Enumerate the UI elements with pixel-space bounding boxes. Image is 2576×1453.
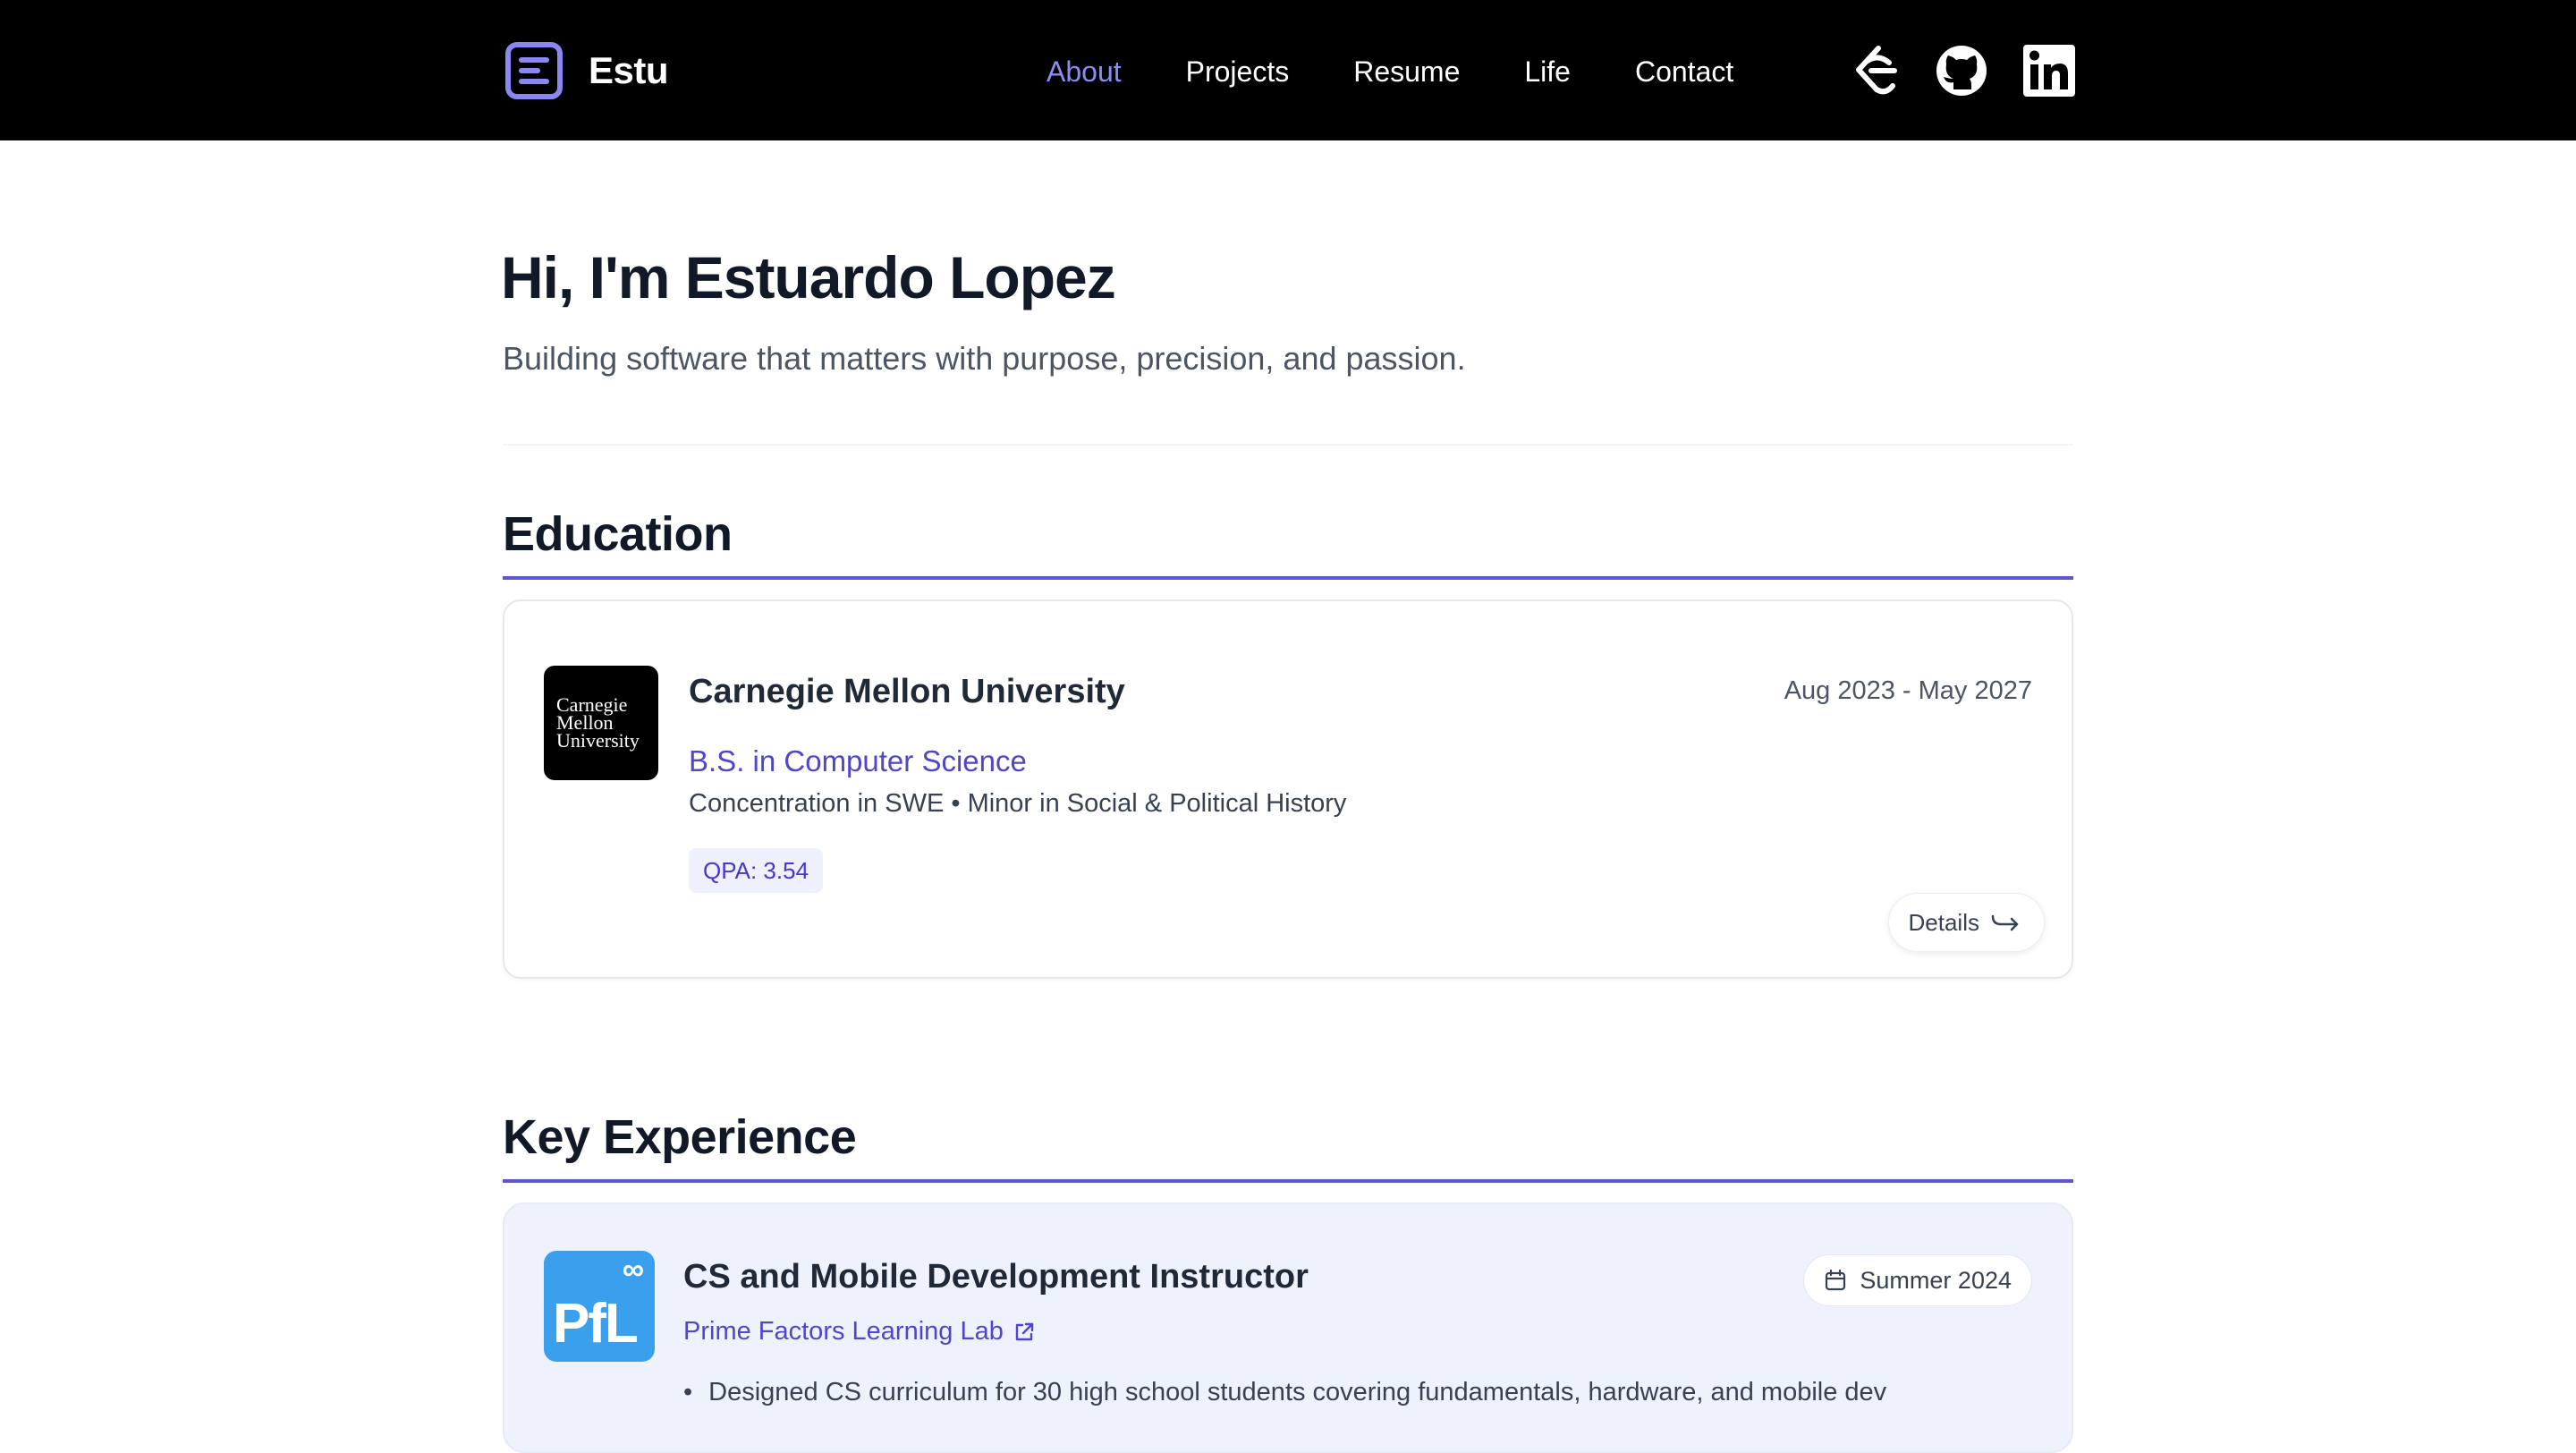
nav-link-projects[interactable]: Projects [1186,47,1290,97]
experience-bullet: • Designed CS curriculum for 30 high scho… [683,1378,1887,1406]
hero-divider [503,444,2073,446]
hero-title: Hi, I'm Estuardo Lopez [501,244,1116,310]
education-dates: Aug 2023 - May 2027 [1784,676,2032,705]
cmu-logo: Carnegie Mellon University [544,666,658,780]
education-details-button[interactable]: Details [1887,893,2045,952]
experience-company-name: Prime Factors Learning Lab [683,1317,1004,1346]
pfl-logo: ∞ PfL [544,1251,655,1362]
experience-period-badge: Summer 2024 [1803,1254,2032,1306]
education-school: Carnegie Mellon University [689,673,1125,710]
experience-bullet-text: Designed CS curriculum for 30 high schoo… [708,1378,1887,1406]
experience-heading-rule [503,1179,2073,1183]
linkedin-icon [2023,45,2075,97]
brand-name: Estu [589,49,669,91]
nav-link-life[interactable]: Life [1524,47,1571,97]
experience-period: Summer 2024 [1860,1266,2012,1294]
pfl-logo-infinity: ∞ [622,1253,644,1287]
education-heading: Education [503,507,733,561]
hero-subtitle: Building software that matters with purp… [503,340,1466,377]
calendar-icon [1826,1269,1846,1291]
experience-card: ∞ PfL CS and Mobile Development Instruct… [503,1202,2073,1453]
education-degree: B.S. in Computer Science [689,744,1027,777]
education-concentration: Concentration in SWE • Minor in Social &… [689,789,1347,818]
external-link-icon [1015,1322,1034,1340]
experience-title: CS and Mobile Development Instructor [683,1258,1309,1296]
arrow-right-icon [1991,914,2019,931]
leetcode-link[interactable] [1846,43,1902,98]
brand-home-link[interactable]: Estu [504,39,669,102]
experience-company-link[interactable]: Prime Factors Learning Lab [683,1317,1036,1347]
details-button-label: Details [1908,908,1979,936]
brand-logo-icon [505,42,563,99]
cmu-logo-line-3: University [556,729,640,752]
experience-heading: Key Experience [503,1110,857,1164]
main-nav: About Projects Resume Life Contact [1046,47,1733,97]
education-card: Carnegie Mellon University Carnegie Mell… [503,599,2073,979]
nav-link-about[interactable]: About [1046,47,1122,97]
qpa-badge: QPA: 3.54 [689,848,824,893]
education-heading-rule [503,576,2073,580]
nav-link-resume[interactable]: Resume [1353,47,1460,97]
navbar: Estu About Projects Resume Life Contact [0,0,2576,140]
linkedin-link[interactable] [2021,43,2077,98]
github-link[interactable] [1934,43,1989,98]
leetcode-icon [1856,46,1897,95]
nav-link-contact[interactable]: Contact [1635,47,1733,97]
pfl-logo-text: PfL [553,1293,639,1355]
github-icon [1936,46,1987,96]
